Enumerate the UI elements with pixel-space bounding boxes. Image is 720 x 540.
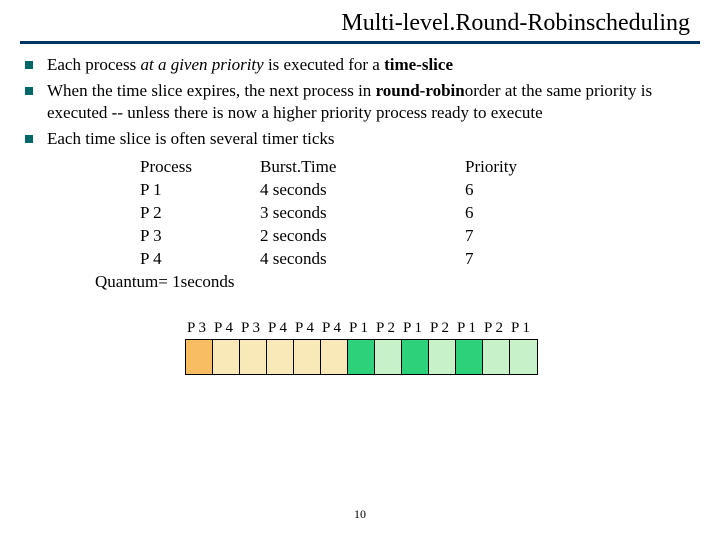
- cell: P 4: [140, 248, 260, 271]
- cell: P 2: [140, 202, 260, 225]
- table-row: P 2 3 seconds 6: [140, 202, 690, 225]
- cell: 2 seconds: [260, 225, 465, 248]
- table-row: P 1 4 seconds 6: [140, 179, 690, 202]
- gantt-cell: [429, 340, 456, 374]
- gantt-cell: [213, 340, 240, 374]
- bullet-list: Each process at a given priority is exec…: [25, 54, 690, 292]
- cell: 4 seconds: [260, 179, 465, 202]
- gantt-cell: [483, 340, 510, 374]
- gantt-bar: [185, 339, 538, 375]
- gantt-label: P 4: [322, 320, 349, 337]
- gantt-label: P 2: [484, 320, 511, 337]
- table-row: P 4 4 seconds 7: [140, 248, 690, 271]
- gantt-cell: [186, 340, 213, 374]
- bullet-item: Each time slice is often several timer t…: [25, 128, 690, 150]
- col-priority: Priority: [465, 156, 585, 179]
- gantt-label: P 4: [295, 320, 322, 337]
- bullet-icon: [25, 61, 33, 69]
- gantt-label: P 2: [430, 320, 457, 337]
- gantt-cell: [294, 340, 321, 374]
- bullet-text: Each time slice is often several timer t…: [47, 128, 690, 150]
- gantt-label: P 4: [214, 320, 241, 337]
- table-header: Process Burst.Time Priority: [140, 156, 690, 179]
- cell: 7: [465, 225, 585, 248]
- gantt-label: P 3: [241, 320, 268, 337]
- gantt-label: P 3: [187, 320, 214, 337]
- slide-title: Multi-level.Round-Robinscheduling: [0, 0, 720, 41]
- bullet-text: Each process at a given priority is exec…: [47, 54, 690, 76]
- bullet-icon: [25, 135, 33, 143]
- bullet-item: When the time slice expires, the next pr…: [25, 80, 690, 124]
- quantum-text: Quantum= 1seconds: [95, 272, 690, 292]
- gantt-cell: [240, 340, 267, 374]
- cell: P 3: [140, 225, 260, 248]
- gantt-label: P 1: [457, 320, 484, 337]
- cell: 7: [465, 248, 585, 271]
- process-table: Process Burst.Time Priority P 1 4 second…: [140, 156, 690, 271]
- gantt-label: P 4: [268, 320, 295, 337]
- gantt-cell: [267, 340, 294, 374]
- gantt-cell: [375, 340, 402, 374]
- cell: 6: [465, 202, 585, 225]
- gantt-labels: P 3P 4P 3P 4P 4P 4P 1P 2P 1P 2P 1P 2P 1: [187, 320, 720, 337]
- gantt-label: P 1: [403, 320, 430, 337]
- gantt-cell: [348, 340, 375, 374]
- title-divider: [20, 41, 700, 44]
- bullet-text: When the time slice expires, the next pr…: [47, 80, 690, 124]
- gantt-cell: [321, 340, 348, 374]
- gantt-cell: [402, 340, 429, 374]
- bullet-item: Each process at a given priority is exec…: [25, 54, 690, 76]
- bullet-icon: [25, 87, 33, 95]
- gantt-chart: P 3P 4P 3P 4P 4P 4P 1P 2P 1P 2P 1P 2P 1: [185, 320, 720, 375]
- col-process: Process: [140, 156, 260, 179]
- gantt-label: P 1: [511, 320, 538, 337]
- gantt-cell: [510, 340, 537, 374]
- cell: 4 seconds: [260, 248, 465, 271]
- gantt-label: P 2: [376, 320, 403, 337]
- gantt-cell: [456, 340, 483, 374]
- cell: 6: [465, 179, 585, 202]
- table-row: P 3 2 seconds 7: [140, 225, 690, 248]
- cell: 3 seconds: [260, 202, 465, 225]
- page-number: 10: [0, 507, 720, 522]
- col-burst: Burst.Time: [260, 156, 465, 179]
- cell: P 1: [140, 179, 260, 202]
- gantt-label: P 1: [349, 320, 376, 337]
